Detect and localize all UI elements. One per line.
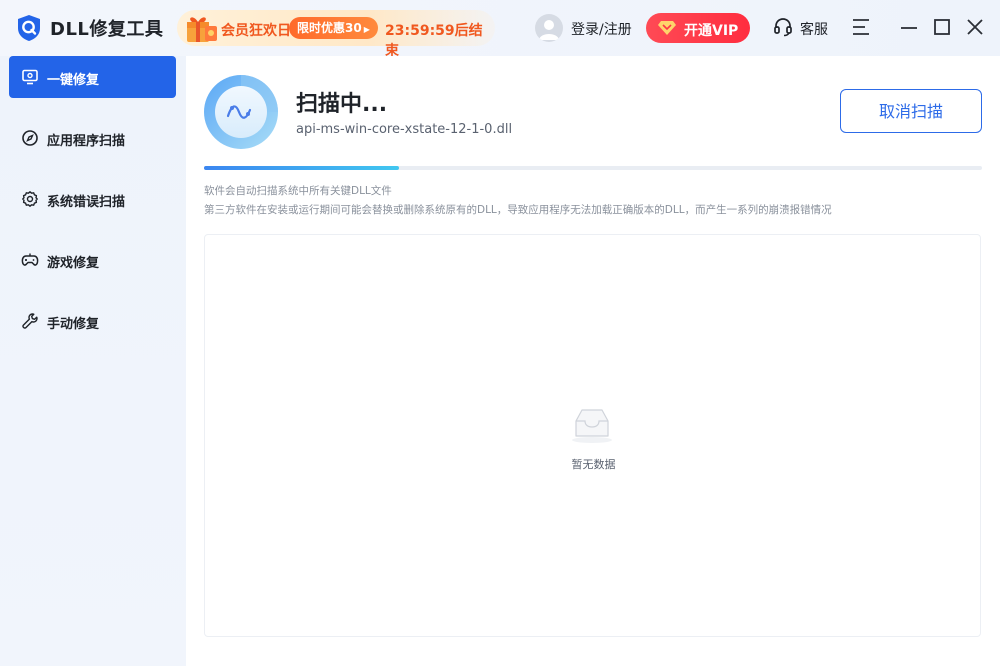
compass-icon: [22, 130, 38, 146]
empty-inbox-icon: [572, 409, 612, 443]
gear-icon: [22, 191, 38, 207]
current-scan-file: api-ms-win-core-xstate-12-1-0.dll: [296, 122, 513, 137]
monitor-icon: [22, 69, 38, 85]
sidebar-item-label: 应用程序扫描: [47, 134, 126, 149]
promo-discount-badge: 限时优惠30 ▶: [289, 17, 378, 39]
scan-progress-fill: [204, 166, 399, 170]
sidebar-item-manual-repair[interactable]: 手动修复: [9, 300, 176, 342]
diamond-icon: [658, 21, 676, 35]
sidebar-item-label: 系统错误扫描: [47, 195, 126, 210]
main-content: 扫描中... api-ms-win-core-xstate-12-1-0.dll…: [186, 56, 1000, 666]
sidebar-item-label: 一键修复: [47, 73, 100, 88]
avatar[interactable]: [535, 14, 563, 42]
sidebar-item-one-click-repair[interactable]: 一键修复: [9, 56, 176, 98]
headset-icon[interactable]: [773, 17, 793, 37]
customer-service-link[interactable]: 客服: [800, 19, 828, 39]
app-title: DLL修复工具: [50, 19, 164, 40]
sidebar-item-app-scan[interactable]: 应用程序扫描: [9, 117, 176, 159]
promo-banner[interactable]: 会员狂欢日 限时优惠30 ▶ 23:59:59后结束: [177, 10, 495, 59]
sidebar-item-label: 游戏修复: [47, 256, 100, 271]
promo-title: 会员狂欢日: [221, 23, 291, 39]
scan-progress-bar: [204, 166, 982, 170]
empty-state-text: 暂无数据: [571, 458, 616, 471]
gamepad-icon: [21, 253, 39, 266]
play-triangle-icon: ▶: [363, 25, 370, 34]
user-icon: [539, 20, 559, 40]
close-icon[interactable]: [964, 16, 986, 38]
sidebar-item-label: 手动修复: [47, 317, 100, 332]
description-line-1: 软件会自动扫描系统中所有关键DLL文件: [204, 185, 392, 197]
shield-logo-icon: [18, 15, 40, 41]
wrench-icon: [22, 313, 38, 329]
promo-discount-label: 限时优惠30: [297, 21, 362, 35]
menu-icon[interactable]: [850, 16, 872, 38]
minimize-icon[interactable]: [898, 16, 920, 38]
scan-results-panel: 暂无数据: [204, 234, 981, 637]
cancel-scan-button[interactable]: 取消扫描: [840, 89, 982, 133]
open-vip-button[interactable]: 开通VIP: [646, 13, 750, 43]
gift-icon: [187, 17, 217, 42]
description-line-2: 第三方软件在安装或运行期间可能会替换或删除系统原有的DLL，导致应用程序无法加载…: [204, 204, 832, 216]
vip-label: 开通VIP: [684, 23, 739, 39]
promo-countdown: 23:59:59后结束: [385, 23, 483, 59]
sidebar-item-system-error-scan[interactable]: 系统错误扫描: [9, 178, 176, 220]
title-bar: DLL修复工具 会员狂欢日 限时优惠30 ▶ 23:59:59后结束 登录/注册 …: [0, 0, 1000, 59]
sidebar-item-game-repair[interactable]: 游戏修复: [9, 239, 176, 281]
scan-status-title: 扫描中...: [296, 92, 388, 117]
sidebar: 一键修复 应用程序扫描 系统错误扫描 游戏修复 手动修复: [0, 56, 186, 666]
maximize-icon[interactable]: [931, 16, 953, 38]
login-link[interactable]: 登录/注册: [571, 19, 632, 39]
scan-radar-icon: [204, 75, 278, 149]
